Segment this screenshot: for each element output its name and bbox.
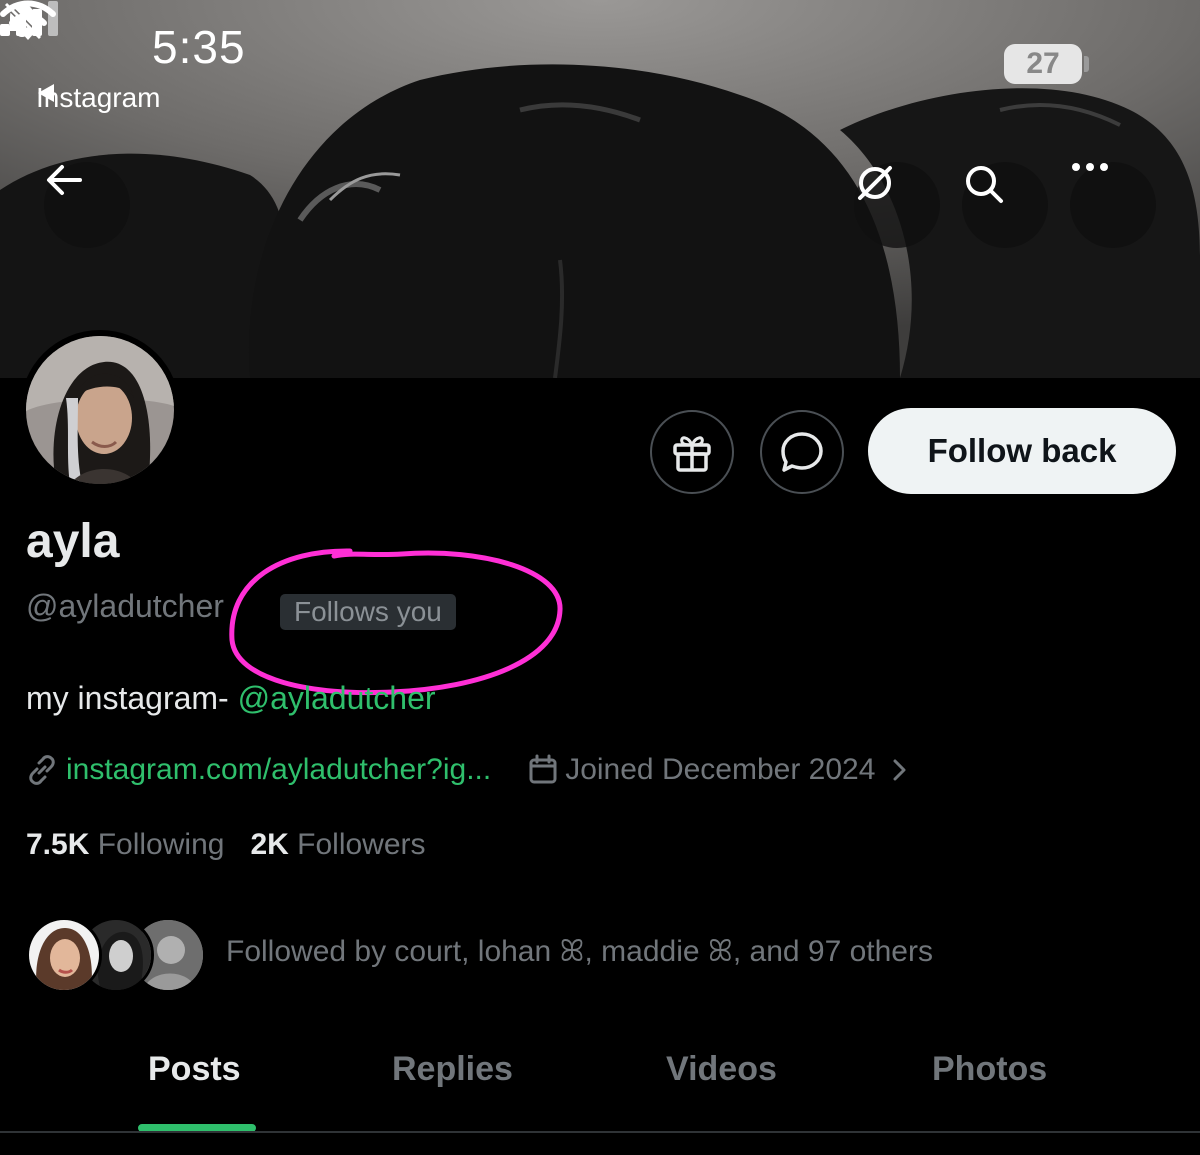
profile-banner[interactable]: 5:35 Instagram 27 (0, 0, 1200, 378)
profile-tabs: Posts Replies Videos Photos (0, 1040, 1200, 1132)
follow-stats: 7.5K Following 2K Followers (26, 828, 426, 862)
bio-text: my instagram- (26, 680, 238, 716)
followers-label: Followers (297, 828, 426, 861)
followed-by-text: Followed by court, lohan ꕤ, maddie ꕤ, an… (226, 935, 933, 968)
mutual-avatars (26, 914, 206, 993)
profile-meta: instagram.com/ayladutcher?ig... Joined D… (26, 748, 915, 792)
pink-highlight-circle (229, 548, 563, 696)
joined-date[interactable]: Joined December 2024 (565, 753, 875, 787)
more-button[interactable] (1070, 162, 1156, 248)
message-button[interactable] (760, 410, 844, 494)
profile-avatar[interactable] (20, 330, 180, 490)
battery-tip (1084, 56, 1089, 72)
battery-indicator: 27 (1004, 44, 1082, 84)
grok-button[interactable] (854, 162, 940, 248)
link-icon (29, 755, 55, 785)
tab-posts[interactable]: Posts (148, 1050, 241, 1089)
status-time: 5:35 (152, 21, 246, 73)
tab-divider (0, 1131, 1200, 1133)
tab-photos[interactable]: Photos (932, 1050, 1047, 1089)
chevron-right-icon[interactable] (885, 755, 915, 785)
gift-icon (673, 436, 711, 472)
bio-mention-link[interactable]: @ayladutcher (238, 680, 436, 716)
mutual-avatar-1-image (29, 920, 99, 990)
wifi-icon (0, 0, 56, 40)
avatar-image (26, 336, 174, 484)
handle: @ayladutcher (26, 588, 224, 624)
follow-back-button[interactable]: Follow back (868, 408, 1176, 494)
following-label: Following (97, 828, 225, 861)
following-count: 7.5K (26, 828, 90, 861)
back-arrow-icon (47, 165, 82, 195)
followers-stat[interactable]: 2K Followers (250, 828, 425, 862)
followed-by-row[interactable]: Followed by court, lohan ꕤ, maddie ꕤ, an… (26, 914, 933, 993)
back-triangle-icon (38, 84, 54, 102)
followers-count: 2K (250, 828, 289, 861)
calendar-icon (529, 754, 557, 784)
mutual-avatar-1 (26, 917, 102, 993)
bio: my instagram- @ayladutcher (26, 680, 436, 717)
display-name: ayla (26, 515, 120, 568)
back-to-instagram[interactable]: Instagram (36, 82, 161, 114)
following-stat[interactable]: 7.5K Following (26, 828, 224, 862)
more-icon (1072, 163, 1108, 171)
message-icon (781, 432, 823, 472)
profile-link[interactable]: instagram.com/ayladutcher?ig... (66, 753, 491, 787)
grok-icon (858, 166, 892, 200)
back-button[interactable] (44, 162, 130, 248)
gift-button[interactable] (650, 410, 734, 494)
tab-replies[interactable]: Replies (392, 1050, 513, 1089)
search-button[interactable] (962, 162, 1048, 248)
avatar-photo (26, 336, 174, 484)
tab-videos[interactable]: Videos (666, 1050, 777, 1089)
search-icon (966, 166, 1003, 203)
